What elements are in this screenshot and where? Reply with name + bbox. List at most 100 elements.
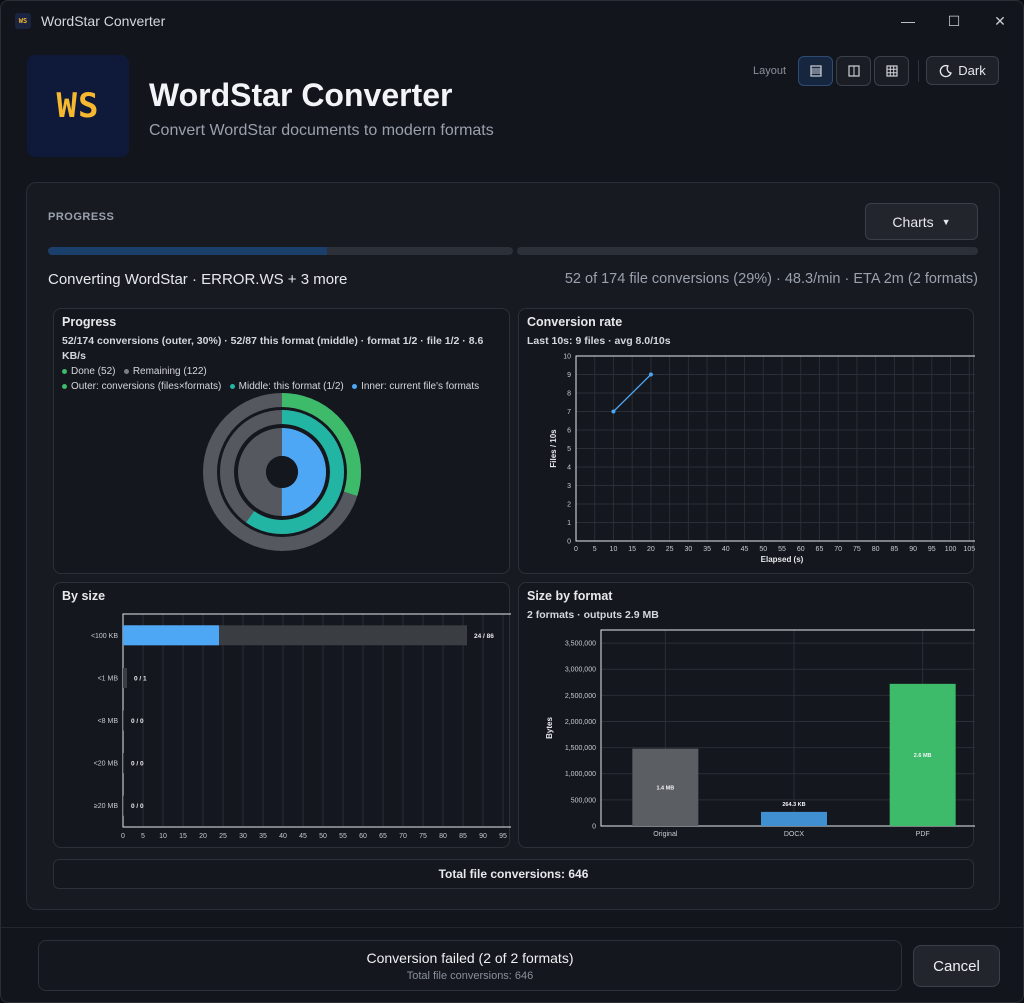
y-tick-label: 1,500,000: [565, 745, 596, 752]
conversion-rate-chart: 0 5 10 15 20 25 30 35 40 45 50 55 60 65 70 75 80 85 90 95 10…: [549, 354, 975, 564]
size-bucket-chart: 0510152025303540455055606570758085909510…: [91, 613, 511, 840]
page-title: WordStar Converter: [149, 77, 453, 113]
progress-bar-primary-fill: [48, 247, 327, 255]
x-tick-label: 20: [647, 546, 655, 553]
x-tick-label: 65: [816, 546, 824, 553]
y-tick-label: 0: [567, 539, 571, 546]
format-bar: [761, 811, 827, 826]
x-tick-label: 75: [419, 833, 427, 840]
x-tick-label: 65: [379, 833, 387, 840]
x-tick-label: 80: [872, 546, 880, 553]
conversion-stats: 52 of 174 file conversions (29%) · 48.3/…: [564, 271, 978, 287]
window-title: WordStar Converter: [41, 13, 166, 29]
x-tick-label: DOCX: [784, 831, 805, 838]
format-bar-label: 2.6 MB: [914, 753, 932, 759]
charts-dropdown-button[interactable]: Charts ▼: [865, 203, 978, 240]
size-bar-label: 24 / 86: [474, 633, 494, 640]
y-tick-label: 3,000,000: [565, 667, 596, 674]
y-tick-label: 7: [567, 409, 571, 416]
y-tick-label: 3,500,000: [565, 641, 596, 648]
x-tick-label: 45: [741, 546, 749, 553]
x-tick-label: 85: [890, 546, 898, 553]
y-tick-label: 2: [567, 502, 571, 509]
progress-bar-primary: [48, 247, 513, 255]
x-tick-label: 60: [797, 546, 805, 553]
plot-frame: [122, 613, 511, 828]
y-tick-label: 2,000,000: [565, 719, 596, 726]
progress-chart-card: Progress 52/174 conversions (outer, 30%)…: [53, 308, 510, 574]
app-icon: WS: [15, 13, 31, 29]
layout-columns-button[interactable]: [836, 56, 871, 86]
footer-divider: [1, 927, 1023, 928]
grid-layout-icon: [885, 65, 898, 77]
charts-dropdown-label: Charts: [892, 213, 934, 230]
moon-icon: [939, 64, 953, 77]
x-tick-label: 105: [963, 546, 975, 553]
size-bar-total: [123, 667, 127, 688]
layout-list-button[interactable]: [798, 56, 833, 86]
footer-status-sub: Total file conversions: 646: [406, 970, 534, 982]
size-bar-total: [123, 753, 124, 774]
columns-layout-icon: [847, 65, 860, 77]
size-by-format-chart: 0 500,000 1,000,000 1,500,000 2,000,000 2,500…: [545, 629, 975, 838]
x-tick-label: 15: [628, 546, 636, 553]
size-bar-label: 0 / 0: [131, 718, 144, 725]
x-tick-label: 30: [684, 546, 692, 553]
minimize-button[interactable]: —: [885, 1, 931, 41]
progress-donut-chart: [203, 393, 361, 551]
app-logo: WS: [27, 55, 129, 157]
progress-panel: PROGRESS Charts ▼ Converting WordStar · …: [26, 182, 1000, 910]
y-tick-label: 3: [567, 483, 571, 490]
progress-bar-secondary: [517, 247, 978, 255]
x-tick-label: 30: [239, 833, 247, 840]
rate-point: [648, 372, 653, 377]
x-tick-label: 45: [299, 833, 307, 840]
section-label: PROGRESS: [48, 211, 115, 223]
x-tick-label: 25: [666, 546, 674, 553]
x-tick-label: 5: [141, 833, 145, 840]
y-tick-label: 1,000,000: [565, 771, 596, 778]
x-tick-label: 55: [778, 546, 786, 553]
x-tick-label: 90: [909, 546, 917, 553]
x-tick-label: 10: [159, 833, 167, 840]
size-bar-done: [123, 625, 219, 646]
x-tick-label: 0: [121, 833, 125, 840]
x-tick-label: PDF: [916, 831, 930, 838]
y-tick-label: <1 MB: [98, 675, 119, 682]
theme-toggle-button[interactable]: Dark: [926, 56, 999, 85]
size-bar-total: [123, 795, 124, 816]
layout-grid-button[interactable]: [874, 56, 909, 86]
x-tick-label: 40: [722, 546, 730, 553]
size-bar-label: 0 / 0: [131, 803, 144, 810]
x-tick-label: 35: [259, 833, 267, 840]
x-tick-label: 90: [479, 833, 487, 840]
y-tick-label: 5: [567, 446, 571, 453]
cancel-button[interactable]: Cancel: [913, 945, 1000, 987]
layout-label: Layout: [753, 65, 787, 77]
theme-toggle-label: Dark: [958, 63, 986, 78]
current-file-status: Converting WordStar · ERROR.WS + 3 more: [48, 271, 348, 288]
y-axis-label: Bytes: [545, 717, 554, 739]
close-button[interactable]: ✕: [977, 1, 1023, 41]
rate-chart-card: Conversion rate Last 10s: 9 files · avg …: [518, 308, 975, 574]
x-tick-label: 70: [834, 546, 842, 553]
donut-hole: [266, 456, 298, 488]
x-tick-label: 15: [179, 833, 187, 840]
x-tick-label: 75: [853, 546, 861, 553]
y-tick-label: <100 KB: [91, 633, 118, 640]
footer-status: Conversion failed (2 of 2 formats) Total…: [38, 940, 902, 991]
x-tick-label: 20: [199, 833, 207, 840]
y-tick-label: 6: [567, 428, 571, 435]
size-chart-card: By size 0 5 10 15 20 25 30 35 40 45 50 55 60 65 70 75 80…: [53, 582, 511, 848]
x-tick-label: 95: [928, 546, 936, 553]
maximize-button[interactable]: ☐: [931, 1, 977, 41]
x-tick-label: 80: [439, 833, 447, 840]
y-tick-label: 4: [567, 465, 571, 472]
y-tick-label: 2,500,000: [565, 693, 596, 700]
y-tick-label: <20 MB: [94, 761, 119, 768]
app-window: WS WordStar Converter — ☐ ✕ WS WordStar …: [0, 0, 1024, 1003]
y-tick-label: 10: [563, 354, 571, 361]
size-bar-total: [123, 710, 124, 731]
rate-point: [611, 409, 616, 414]
x-tick-label: 60: [359, 833, 367, 840]
